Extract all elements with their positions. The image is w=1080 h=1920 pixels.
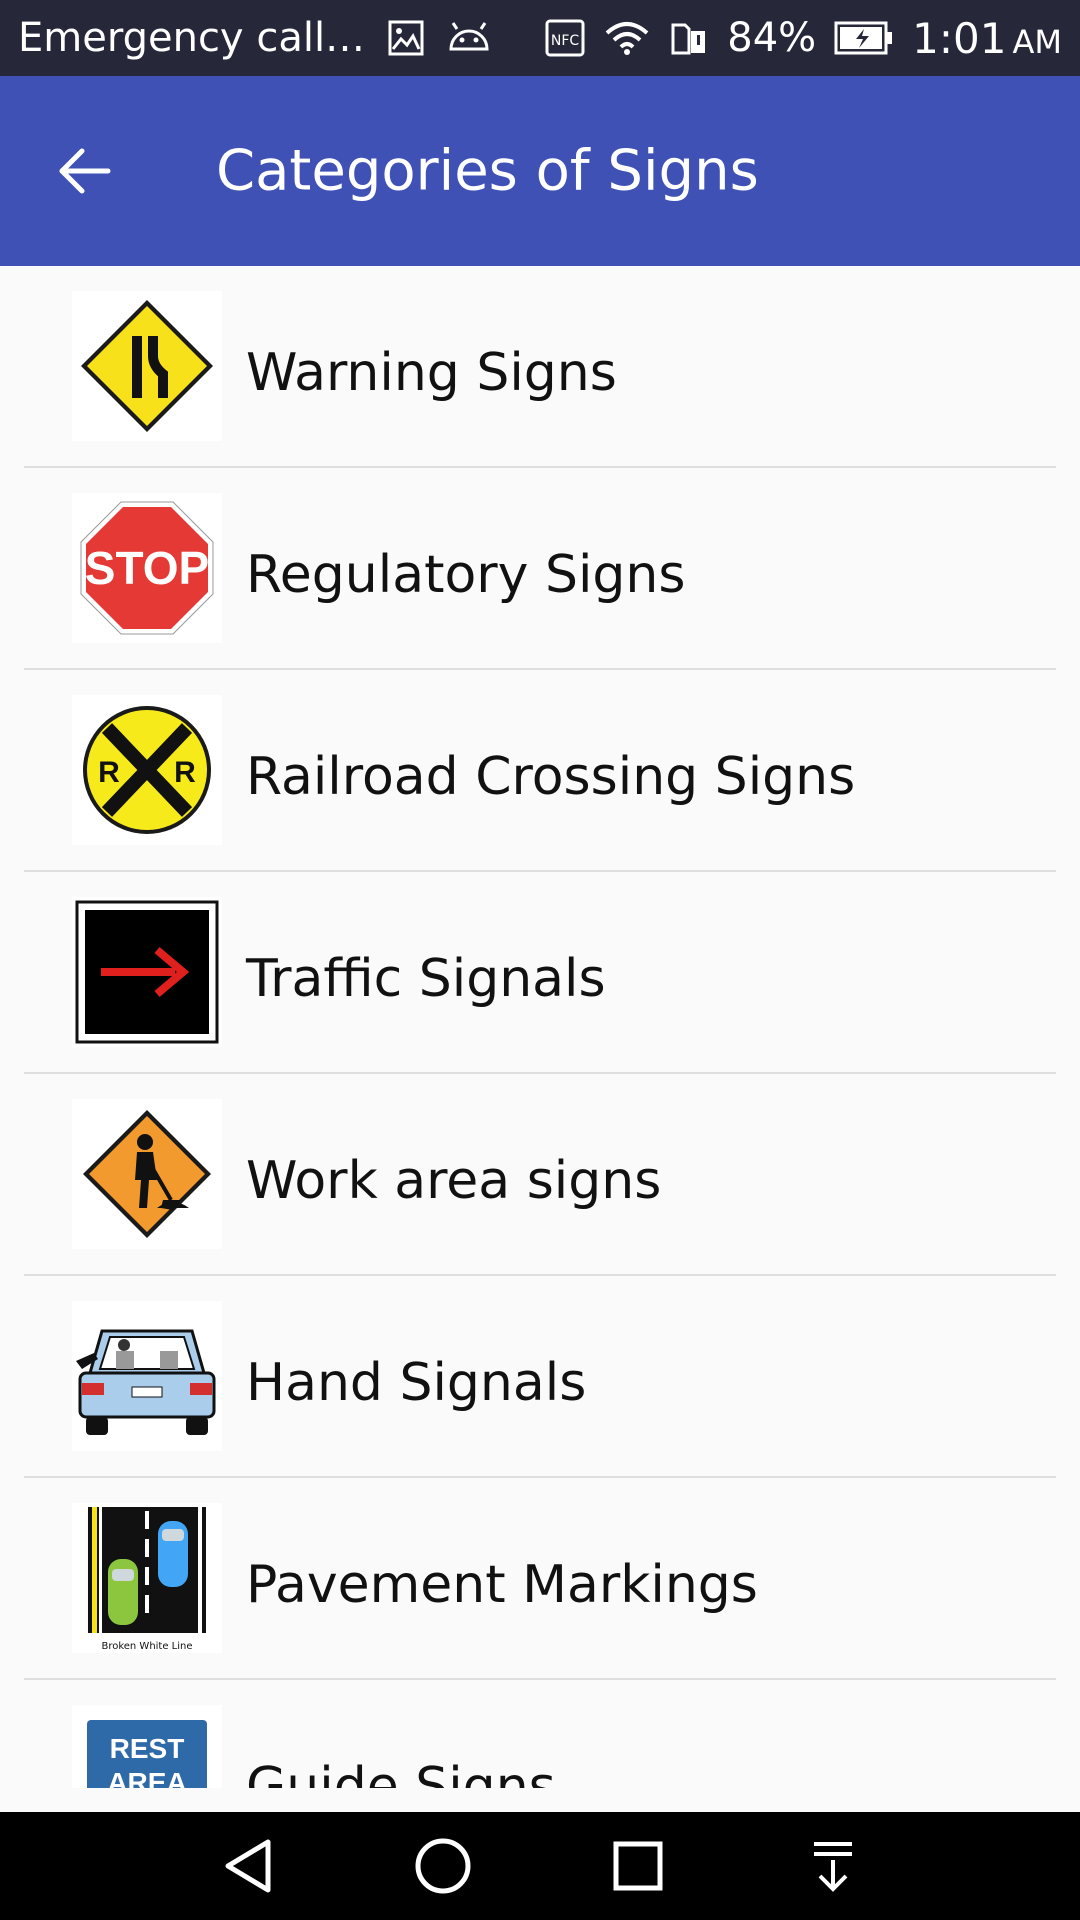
status-carrier-text: Emergency call… [18,15,366,61]
list-item-label: Guide Signs [246,1757,556,1788]
warning-sign-icon [72,291,222,441]
status-time: 1:01 [912,13,1007,63]
svg-text:STOP: STOP [85,542,209,594]
svg-text:NFC: NFC [551,33,580,49]
gallery-icon [387,19,425,57]
list-item-railroad-crossing-signs[interactable]: R R Railroad Crossing Signs [24,670,1056,872]
nav-notifications-button[interactable] [783,1816,883,1916]
list-item-guide-signs[interactable]: REST AREA Guide Signs [24,1680,1056,1788]
pavement-markings-icon: Broken White Line [72,1503,222,1653]
nav-recents-button[interactable] [588,1816,688,1916]
rest-area-sign-icon: REST AREA [72,1705,222,1788]
pavement-caption: Broken White Line [101,1641,192,1652]
list-item-pavement-markings[interactable]: Broken White Line Pavement Markings [24,1478,1056,1680]
svg-text:R: R [174,756,196,789]
screen: Emergency call… NFC 84% 1:01 AM Categori… [0,0,1080,1920]
nav-back-button[interactable] [198,1816,298,1916]
battery-icon [834,21,894,55]
guide-sign-text-line1: REST [110,1733,185,1764]
page-title: Categories of Signs [216,138,759,204]
list-item-label: Warning Signs [246,343,617,404]
battery-percent: 84% [727,15,817,61]
status-bar: Emergency call… NFC 84% 1:01 AM [0,0,1080,76]
list-item-label: Traffic Signals [246,949,606,1010]
list-item-traffic-signals[interactable]: Traffic Signals [24,872,1056,1074]
recents-square-icon [613,1841,662,1891]
notification-pull-icon [813,1842,852,1892]
railroad-crossing-icon: R R [72,695,222,845]
list-item-regulatory-signs[interactable]: STOP Regulatory Signs [24,468,1056,670]
list-item-label: Hand Signals [246,1353,587,1414]
sim-icon [669,19,709,57]
system-nav-bar [0,1812,1080,1920]
list-item-warning-signs[interactable]: Warning Signs [24,266,1056,468]
list-item-label: Regulatory Signs [246,545,686,606]
home-circle-icon [415,1838,470,1894]
status-clock: 1:01 AM [912,14,1062,63]
guide-sign-text-line2: AREA [107,1767,186,1788]
category-list: Warning Signs STOP Regulatory Signs R R … [0,266,1080,1788]
car-hand-signal-icon [72,1301,222,1451]
nfc-icon: NFC [545,19,585,57]
list-item-label: Work area signs [246,1151,662,1212]
app-bar: Categories of Signs [0,76,1080,266]
work-area-sign-icon [72,1099,222,1249]
list-item-hand-signals[interactable]: Hand Signals [24,1276,1056,1478]
traffic-arrow-signal-icon [72,897,222,1047]
list-item-label: Railroad Crossing Signs [246,747,856,808]
arrow-back-icon [59,148,111,194]
svg-text:R: R [98,756,120,789]
wifi-icon [603,19,651,57]
back-button[interactable] [44,131,124,211]
status-ampm: AM [1012,22,1063,61]
nav-home-button[interactable] [393,1816,493,1916]
list-item-label: Pavement Markings [246,1555,758,1616]
back-triangle-icon [225,1839,270,1893]
stop-sign-icon: STOP [72,493,222,643]
android-icon [447,21,491,55]
list-item-work-area-signs[interactable]: Work area signs [24,1074,1056,1276]
